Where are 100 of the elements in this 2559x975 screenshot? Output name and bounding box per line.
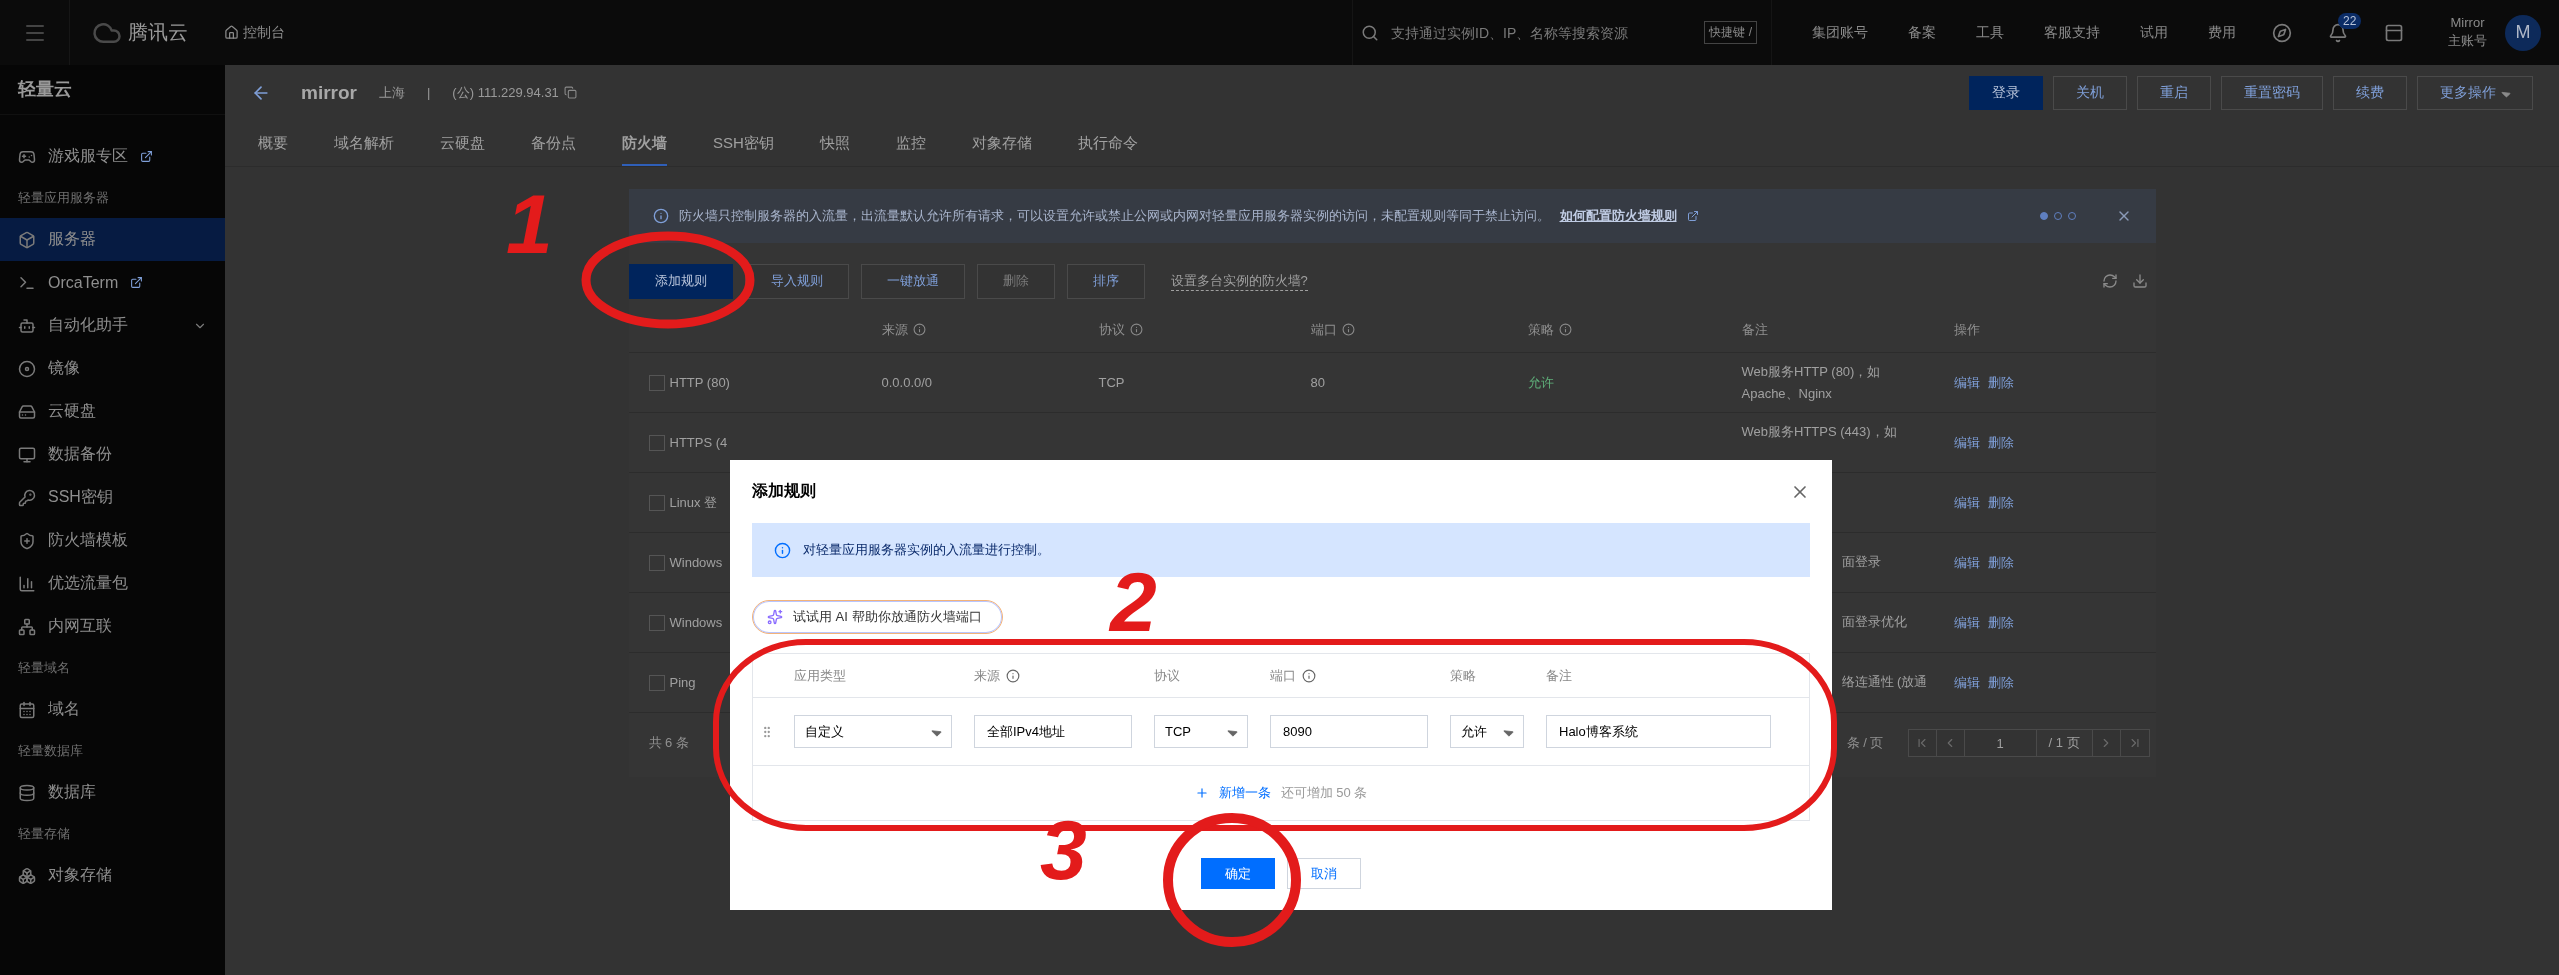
table-cell: TCP bbox=[1098, 375, 1125, 390]
tab[interactable]: 执行命令 bbox=[1077, 134, 1138, 166]
sidebar-item[interactable]: 云硬盘 bbox=[0, 390, 225, 433]
dialog-button[interactable]: 确定 bbox=[1201, 858, 1275, 889]
tab[interactable]: 概要 bbox=[258, 134, 288, 166]
row-checkbox[interactable] bbox=[648, 494, 665, 511]
row-checkbox[interactable] bbox=[648, 374, 665, 391]
add-rule-link[interactable]: 新增一条 bbox=[1218, 784, 1271, 802]
rule-name: Windows bbox=[669, 555, 723, 570]
remark-text: 面登录优化 bbox=[1841, 613, 1907, 631]
plus-icon bbox=[1194, 786, 1209, 800]
brand-name: 腾讯云 bbox=[128, 20, 188, 45]
sidebar-item[interactable]: 数据库 bbox=[0, 771, 225, 814]
select-field[interactable]: 允许 bbox=[1450, 715, 1524, 748]
row-action-link[interactable]: 编辑 bbox=[1953, 373, 1980, 392]
row-action-link[interactable]: 删除 bbox=[1987, 553, 2014, 572]
sidebar-item[interactable]: 域名 bbox=[0, 688, 225, 731]
tab[interactable]: 云硬盘 bbox=[440, 134, 485, 166]
nav-link[interactable]: 费用 bbox=[2208, 23, 2236, 42]
row-checkbox[interactable] bbox=[648, 674, 665, 691]
sidebar-item[interactable]: 内网互联 bbox=[0, 605, 225, 648]
toolbar-button[interactable]: 排序 bbox=[1066, 263, 1145, 299]
sidebar-item[interactable]: 自动化助手 bbox=[0, 304, 225, 347]
user-name: Mirror bbox=[2450, 15, 2485, 30]
row-action-link[interactable]: 删除 bbox=[1987, 673, 2014, 692]
pagination-control[interactable]: 1 / 1 页 bbox=[1907, 729, 2150, 757]
instance-action-button[interactable]: 重启 bbox=[2137, 75, 2211, 110]
rule-name: Windows bbox=[669, 615, 723, 630]
sidebar-section-title: 轻量存储 bbox=[17, 825, 71, 843]
instance-action-button[interactable]: 重置密码 bbox=[2221, 75, 2323, 110]
instance-action-button[interactable]: 更多操作 bbox=[2417, 75, 2533, 110]
row-action-link[interactable]: 删除 bbox=[1987, 373, 2014, 392]
sidebar-item[interactable]: OrcaTerm bbox=[0, 261, 225, 304]
column-header: 端口 bbox=[1270, 666, 1428, 685]
search-field[interactable]: 支持通过实例ID、IP、名称等搜索资源 bbox=[1389, 23, 1695, 42]
home-icon[interactable] bbox=[224, 25, 239, 40]
user-avatar[interactable]: M bbox=[2505, 14, 2541, 51]
compass-icon[interactable] bbox=[2272, 22, 2292, 43]
row-action-link[interactable]: 编辑 bbox=[1953, 433, 1980, 452]
instance-action-button[interactable]: 续费 bbox=[2333, 75, 2407, 110]
row-action-link[interactable]: 编辑 bbox=[1953, 673, 1980, 692]
input-field[interactable]: Halo博客系统 bbox=[1546, 715, 1771, 748]
tab[interactable]: SSH密钥 bbox=[713, 134, 774, 166]
sidebar-item[interactable]: 镜像 bbox=[0, 347, 225, 390]
toolbar-button[interactable]: 添加规则 bbox=[628, 263, 733, 299]
nav-link[interactable]: 集团账号 bbox=[1812, 23, 1868, 42]
handwritten-number: 1 bbox=[506, 182, 553, 266]
nav-link[interactable]: 备案 bbox=[1908, 23, 1936, 42]
sidebar-section-title: 轻量数据库 bbox=[17, 742, 84, 760]
select-field[interactable]: 自定义 bbox=[794, 715, 952, 748]
multi-instance-link[interactable]: 设置多台实例的防火墙? bbox=[1170, 271, 1308, 291]
sidebar-item[interactable]: 对象存储 bbox=[0, 854, 225, 897]
toolbar-button[interactable]: 一键放通 bbox=[860, 263, 965, 299]
tab[interactable]: 快照 bbox=[819, 134, 850, 166]
column-header: 操作 bbox=[1953, 320, 1980, 339]
nav-link[interactable]: 工具 bbox=[1976, 23, 2004, 42]
input-field[interactable]: 8090 bbox=[1270, 715, 1428, 748]
instance-action-button[interactable]: 关机 bbox=[2053, 75, 2127, 110]
row-action-link[interactable]: 删除 bbox=[1987, 613, 2014, 632]
instance-action-button[interactable]: 登录 bbox=[1969, 75, 2043, 110]
nav-link[interactable]: 试用 bbox=[2140, 23, 2168, 42]
tab[interactable]: 对象存储 bbox=[971, 134, 1032, 166]
window-icon[interactable] bbox=[2384, 22, 2404, 43]
sidebar-item[interactable]: 数据备份 bbox=[0, 433, 225, 476]
monitor-icon bbox=[18, 445, 36, 464]
row-checkbox[interactable] bbox=[648, 614, 665, 631]
help-link[interactable]: 如何配置防火墙规则 bbox=[1559, 207, 1677, 225]
sidebar-item[interactable]: 服务器 bbox=[0, 218, 225, 261]
sidebar-item[interactable]: 防火墙模板 bbox=[0, 519, 225, 562]
sidebar-item[interactable]: SSH密钥 bbox=[0, 476, 225, 519]
tab[interactable]: 监控 bbox=[895, 134, 926, 166]
row-checkbox[interactable] bbox=[648, 434, 665, 451]
row-action-link[interactable]: 删除 bbox=[1987, 493, 2014, 512]
column-header: 策略 bbox=[1527, 320, 1572, 339]
copy-icon[interactable] bbox=[563, 86, 577, 99]
tab[interactable]: 备份点 bbox=[531, 134, 576, 166]
info-icon bbox=[652, 208, 669, 224]
separator: | bbox=[426, 85, 431, 100]
sidebar-item[interactable]: 优选流量包 bbox=[0, 562, 225, 605]
row-action-link[interactable]: 编辑 bbox=[1953, 493, 1980, 512]
row-action-link[interactable]: 删除 bbox=[1987, 433, 2014, 452]
table-cell: 80 bbox=[1310, 375, 1325, 390]
tab[interactable]: 域名解析 bbox=[334, 134, 394, 166]
tab[interactable]: 防火墙 bbox=[622, 134, 667, 166]
console-link[interactable]: 控制台 bbox=[243, 23, 285, 42]
row-action-link[interactable]: 编辑 bbox=[1953, 613, 1980, 632]
input-field[interactable]: 全部IPv4地址 bbox=[974, 715, 1132, 748]
network-icon bbox=[18, 617, 36, 636]
select-field[interactable]: TCP bbox=[1154, 715, 1248, 748]
rule-name: HTTPS (4 bbox=[669, 435, 728, 450]
sidebar-item[interactable]: 游戏服专区 bbox=[0, 135, 225, 178]
rule-name: HTTP (80) bbox=[669, 375, 730, 390]
download-icon[interactable] bbox=[2131, 273, 2148, 289]
dialog-title: 添加规则 bbox=[752, 481, 816, 501]
row-checkbox[interactable] bbox=[648, 554, 665, 571]
row-action-link[interactable]: 编辑 bbox=[1953, 553, 1980, 572]
nav-link[interactable]: 客服支持 bbox=[2044, 23, 2100, 42]
ai-assist-button[interactable]: 试试用 AI 帮助你放通防火墙端口 bbox=[752, 600, 1003, 634]
refresh-icon[interactable] bbox=[2101, 273, 2118, 289]
page-dot[interactable] bbox=[2039, 212, 2048, 220]
